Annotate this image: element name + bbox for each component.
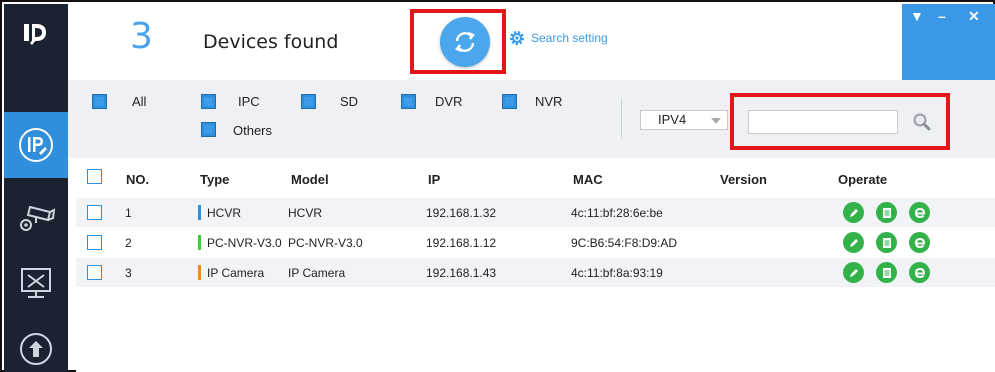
device-count: 3: [130, 16, 153, 57]
cell-ip: 192.168.1.32: [426, 206, 497, 220]
edit-button[interactable]: [843, 262, 864, 283]
edit-button[interactable]: [843, 232, 864, 253]
filter-checkbox-nvr[interactable]: [502, 94, 517, 109]
search-highlight: [730, 93, 950, 150]
column-header-type: Type: [200, 172, 230, 187]
cell-ip: 192.168.1.12: [426, 236, 497, 250]
web-button[interactable]: [909, 262, 930, 283]
filter-checkbox-sd[interactable]: [301, 94, 316, 109]
sidebar: [4, 4, 68, 372]
filter-label-all: All: [132, 94, 147, 109]
search-setting-link[interactable]: Search setting: [508, 29, 608, 47]
edit-button[interactable]: [843, 202, 864, 223]
table-row[interactable]: 1 HCVR HCVR 192.168.1.32 4c:11:bf:28:6e:…: [76, 198, 995, 227]
web-button[interactable]: [909, 232, 930, 253]
sidebar-item-upgrade[interactable]: [4, 316, 68, 372]
cell-no: 3: [125, 266, 132, 280]
row-checkbox[interactable]: [87, 235, 102, 250]
camera-settings-icon: [20, 205, 56, 231]
type-color-marker: [198, 205, 201, 220]
cell-mac: 9C:B6:54:F8:D9:AD: [571, 236, 678, 250]
cell-no: 1: [125, 206, 132, 220]
web-browser-icon: [914, 267, 925, 278]
web-browser-icon: [914, 207, 925, 218]
cell-model: HCVR: [288, 206, 323, 220]
details-icon: [882, 237, 891, 248]
details-icon: [882, 267, 891, 278]
edit-icon: [849, 268, 858, 277]
cell-type: HCVR: [207, 206, 242, 220]
cell-type: PC-NVR-V3.0: [207, 236, 282, 250]
tools-icon: [21, 268, 51, 298]
cell-model: PC-NVR-V3.0: [288, 236, 363, 250]
cell-type: IP Camera: [207, 266, 265, 280]
edit-icon: [849, 238, 858, 247]
search-icon[interactable]: [910, 110, 934, 134]
column-header-mac: MAC: [573, 172, 603, 187]
table-row[interactable]: 2 PC-NVR-V3.0 PC-NVR-V3.0 192.168.1.12 9…: [76, 228, 995, 257]
row-checkbox[interactable]: [87, 265, 102, 280]
select-all-checkbox[interactable]: [87, 169, 102, 184]
app-window: 3 Devices found Search setting ▼ – ✕ All…: [0, 0, 995, 372]
chevron-down-icon: [711, 118, 721, 124]
row-checkbox[interactable]: [87, 205, 102, 220]
table-row[interactable]: 3 IP Camera IP Camera 192.168.1.43 4c:11…: [76, 258, 995, 287]
minimize-button[interactable]: –: [938, 8, 946, 24]
filter-checkbox-dvr[interactable]: [401, 94, 416, 109]
column-header-version: Version: [720, 172, 767, 187]
cell-mac: 4c:11:bf:28:6e:be: [571, 206, 663, 220]
filter-label-ipc: IPC: [238, 94, 260, 109]
sidebar-item-ip-config[interactable]: [4, 112, 68, 178]
device-table: NO. Type Model IP MAC Version Operate 1 …: [76, 158, 995, 372]
filter-label-others: Others: [233, 123, 273, 138]
gear-icon: [509, 30, 525, 46]
details-button[interactable]: [876, 232, 897, 253]
divider: [621, 98, 622, 138]
cell-model: IP Camera: [288, 266, 346, 280]
type-color-marker: [198, 235, 201, 250]
type-color-marker: [198, 265, 201, 280]
column-header-model: Model: [291, 172, 329, 187]
app-logo-icon: [4, 4, 68, 64]
search-setting-label: Search setting: [531, 31, 608, 45]
cell-no: 2: [125, 236, 132, 250]
web-browser-icon: [914, 237, 925, 248]
details-button[interactable]: [876, 202, 897, 223]
column-header-ip: IP: [428, 172, 441, 187]
details-icon: [882, 207, 891, 218]
refresh-highlight: [410, 9, 506, 74]
filter-checkbox-all[interactable]: [92, 94, 107, 109]
filter-label-dvr: DVR: [435, 94, 463, 109]
ip-version-value: IPV4: [658, 112, 687, 127]
column-header-operate: Operate: [838, 172, 888, 187]
upgrade-icon: [20, 333, 52, 365]
details-button[interactable]: [876, 262, 897, 283]
header: 3 Devices found Search setting ▼ – ✕: [68, 4, 995, 80]
sidebar-item-tools[interactable]: [4, 250, 68, 316]
devices-found-label: Devices found: [203, 31, 339, 53]
filter-bar: All IPC SD DVR NVR Others IPV4: [68, 80, 995, 158]
edit-icon: [849, 208, 858, 217]
filter-label-nvr: NVR: [535, 94, 563, 109]
column-header-no: NO.: [126, 172, 150, 187]
ip-version-select[interactable]: IPV4: [640, 110, 728, 130]
cell-mac: 4c:11:bf:8a:93:19: [571, 266, 663, 280]
cell-ip: 192.168.1.43: [426, 266, 497, 280]
filter-checkbox-ipc[interactable]: [201, 94, 216, 109]
window-controls: ▼ – ✕: [902, 4, 995, 80]
sidebar-item-camera-settings[interactable]: [4, 185, 68, 251]
refresh-button[interactable]: [440, 17, 490, 67]
refresh-icon: [455, 31, 475, 53]
filter-checkbox-others[interactable]: [201, 122, 216, 137]
menu-dropdown-button[interactable]: ▼: [910, 8, 924, 24]
filter-label-sd: SD: [340, 94, 359, 109]
ip-config-icon: [19, 128, 53, 162]
web-button[interactable]: [909, 202, 930, 223]
close-button[interactable]: ✕: [968, 8, 980, 25]
search-input[interactable]: [748, 110, 898, 134]
